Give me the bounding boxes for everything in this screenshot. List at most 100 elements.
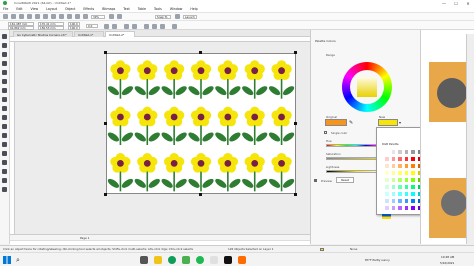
palette-color-swatch[interactable] (403, 198, 410, 204)
print-icon[interactable] (27, 14, 32, 19)
palette-color-swatch[interactable] (390, 163, 397, 169)
file-explorer-icon[interactable] (154, 256, 162, 264)
task-view-icon[interactable] (140, 256, 148, 264)
palette-color-swatch[interactable] (390, 205, 397, 211)
ellipse-tool-icon[interactable] (2, 97, 7, 102)
chrome-icon[interactable] (168, 256, 176, 264)
flower-center[interactable] (170, 113, 178, 121)
palette-color-swatch[interactable] (403, 184, 410, 190)
palette-color-swatch[interactable] (403, 191, 410, 197)
flower-center[interactable] (197, 113, 205, 121)
flower-center[interactable] (251, 159, 259, 167)
selection-handle[interactable] (104, 122, 107, 125)
flower-center[interactable] (197, 159, 205, 167)
flower-leaf[interactable] (214, 84, 228, 96)
shape-tool-icon[interactable] (2, 43, 7, 48)
palette-color-swatch[interactable] (390, 149, 397, 155)
flower-center[interactable] (224, 159, 232, 167)
palette-color-swatch[interactable] (410, 184, 416, 190)
palette-color-swatch[interactable] (390, 198, 397, 204)
palette-color-swatch[interactable] (390, 156, 397, 162)
flower[interactable] (133, 152, 161, 192)
flower-leaf[interactable] (282, 177, 295, 189)
transparency-tool-icon[interactable] (2, 151, 7, 156)
align-icon[interactable] (172, 24, 177, 29)
flower[interactable] (160, 106, 188, 146)
flower[interactable] (214, 106, 242, 146)
rectangle-tool-icon[interactable] (2, 88, 7, 93)
menu-edit[interactable]: Edit (16, 7, 22, 11)
smart-fill-tool-icon[interactable] (2, 178, 7, 183)
selection-handle[interactable] (104, 51, 107, 54)
flower-center[interactable] (117, 159, 124, 167)
spotify-icon[interactable] (196, 256, 204, 264)
flower-leaf[interactable] (187, 177, 201, 189)
redo-icon[interactable] (67, 14, 72, 19)
flower-leaf[interactable] (228, 131, 242, 143)
palette-color-swatch[interactable] (384, 205, 390, 211)
menu-help[interactable]: Help (190, 7, 197, 11)
eyedropper-icon[interactable]: ✎ (349, 120, 353, 126)
palette-color-swatch[interactable] (384, 177, 390, 183)
palette-color-swatch[interactable] (384, 170, 390, 176)
menu-table[interactable]: Table (138, 7, 146, 11)
flower[interactable] (241, 106, 269, 146)
flower-leaf[interactable] (174, 177, 188, 189)
flower-center[interactable] (278, 67, 285, 75)
flower-center[interactable] (278, 113, 285, 121)
zoom-tool-icon[interactable] (2, 61, 7, 66)
parallel-dimension-tool-icon[interactable] (2, 124, 7, 129)
palette-color-swatch[interactable] (403, 177, 410, 183)
selection-handle[interactable] (294, 122, 297, 125)
app-taskbar-icon[interactable] (210, 256, 218, 264)
flower[interactable] (268, 60, 295, 99)
flower-leaf[interactable] (147, 84, 161, 96)
flower[interactable] (187, 106, 215, 146)
color-wheel[interactable] (342, 62, 392, 112)
palette-color-swatch[interactable] (410, 205, 416, 211)
flower-leaf[interactable] (147, 131, 161, 143)
export-icon[interactable] (83, 14, 88, 19)
flower-center[interactable] (143, 113, 151, 121)
coreldraw-taskbar-icon[interactable] (182, 256, 190, 264)
flower-leaf[interactable] (255, 177, 269, 189)
flower-center[interactable] (117, 113, 124, 121)
selection-handle[interactable] (104, 193, 107, 196)
flower-leaf[interactable] (214, 177, 228, 189)
flower-leaf[interactable] (107, 84, 120, 96)
artistic-media-tool-icon[interactable] (2, 79, 7, 84)
zoom-level-select[interactable]: 39% (91, 14, 105, 19)
flower-leaf[interactable] (160, 177, 174, 189)
drop-shadow-tool-icon[interactable] (2, 142, 7, 147)
trim-icon[interactable] (152, 24, 157, 29)
flower-leaf[interactable] (174, 131, 188, 143)
flower-center[interactable] (278, 159, 285, 167)
palette-color-swatch[interactable] (397, 191, 403, 197)
search-icon[interactable]: ⌕ (16, 256, 20, 264)
flower-leaf[interactable] (241, 177, 255, 189)
flower-center[interactable] (224, 113, 232, 121)
flower-center[interactable] (117, 67, 124, 75)
flower-leaf[interactable] (255, 84, 269, 96)
flower-leaf[interactable] (120, 177, 134, 189)
reset-button[interactable]: Reset (336, 177, 354, 183)
mirror-horizontal-icon[interactable] (104, 24, 109, 29)
menu-tools[interactable]: Tools (154, 7, 162, 11)
document-page[interactable] (106, 53, 296, 194)
selection-handle[interactable] (294, 51, 297, 54)
flower-leaf[interactable] (107, 177, 120, 189)
pick-tool-icon[interactable] (2, 34, 7, 39)
flower[interactable] (214, 152, 242, 192)
palette-color-swatch[interactable] (384, 163, 390, 169)
new-icon[interactable] (3, 14, 8, 19)
flower[interactable] (160, 152, 188, 192)
palette-color-swatch[interactable] (403, 205, 410, 211)
eyedropper-tool-icon[interactable] (2, 160, 7, 165)
palette-color-swatch[interactable] (390, 177, 397, 183)
palette-color-swatch[interactable] (403, 163, 410, 169)
connector-tool-icon[interactable] (2, 133, 7, 138)
menu-text[interactable]: Text (123, 7, 129, 11)
palette-color-swatch[interactable] (384, 156, 390, 162)
flower-center[interactable] (170, 67, 178, 75)
palette-color-swatch[interactable] (397, 177, 403, 183)
